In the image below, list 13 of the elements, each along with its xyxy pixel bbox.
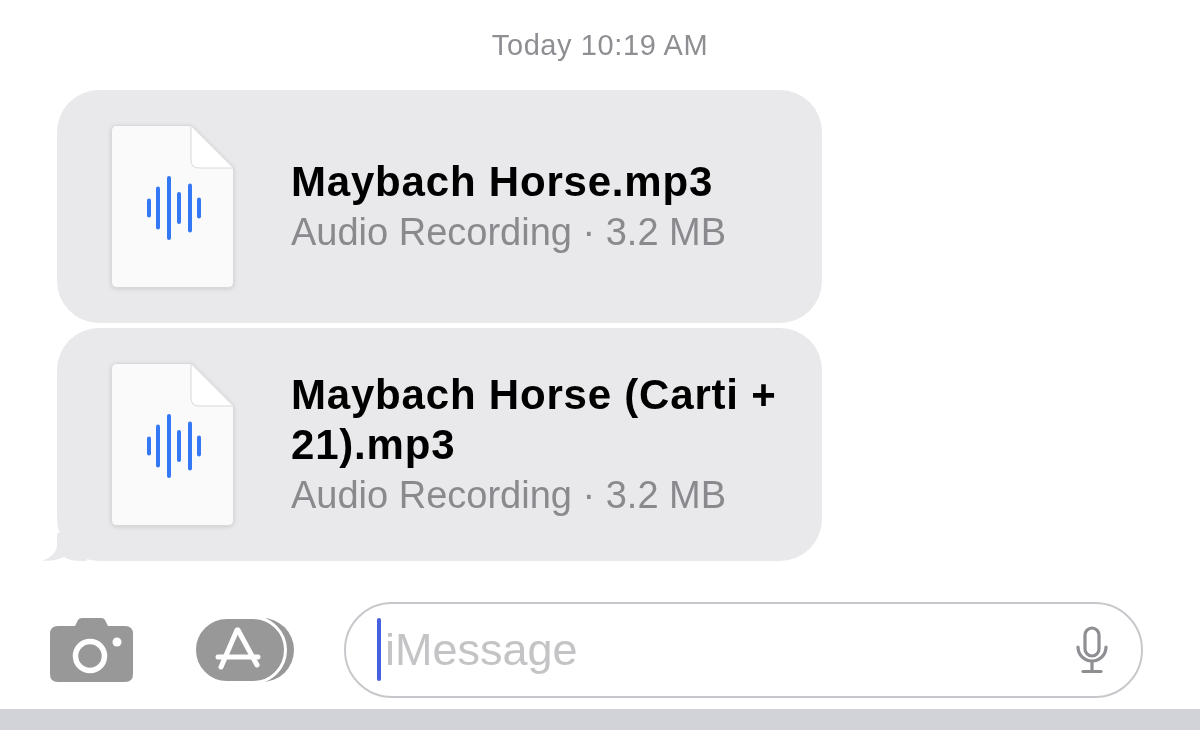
message-field[interactable]: iMessage — [344, 602, 1143, 698]
file-name: Maybach Horse.mp3 — [291, 156, 715, 207]
timestamp: Today 10:19 AM — [491, 29, 709, 61]
file-details: Audio Recording · 3.2 MB — [291, 472, 728, 518]
file-details: Audio Recording · 3.2 MB — [291, 209, 727, 255]
audio-file-icon — [111, 125, 234, 288]
audio-file-icon — [111, 363, 234, 526]
message-bubble[interactable]: Maybach Horse.mp3 Audio Recording · 3.2 MB — [57, 90, 822, 323]
camera-icon[interactable] — [50, 618, 133, 682]
apps-icon[interactable] — [194, 617, 295, 683]
message-bubble[interactable]: Maybach Horse (Carti + 21).mp3 Audio Recording · 3.2 MB — [57, 328, 822, 561]
microphone-icon[interactable] — [1074, 626, 1110, 674]
file-name: Maybach Horse (Carti + 21).mp3 — [291, 369, 778, 470]
